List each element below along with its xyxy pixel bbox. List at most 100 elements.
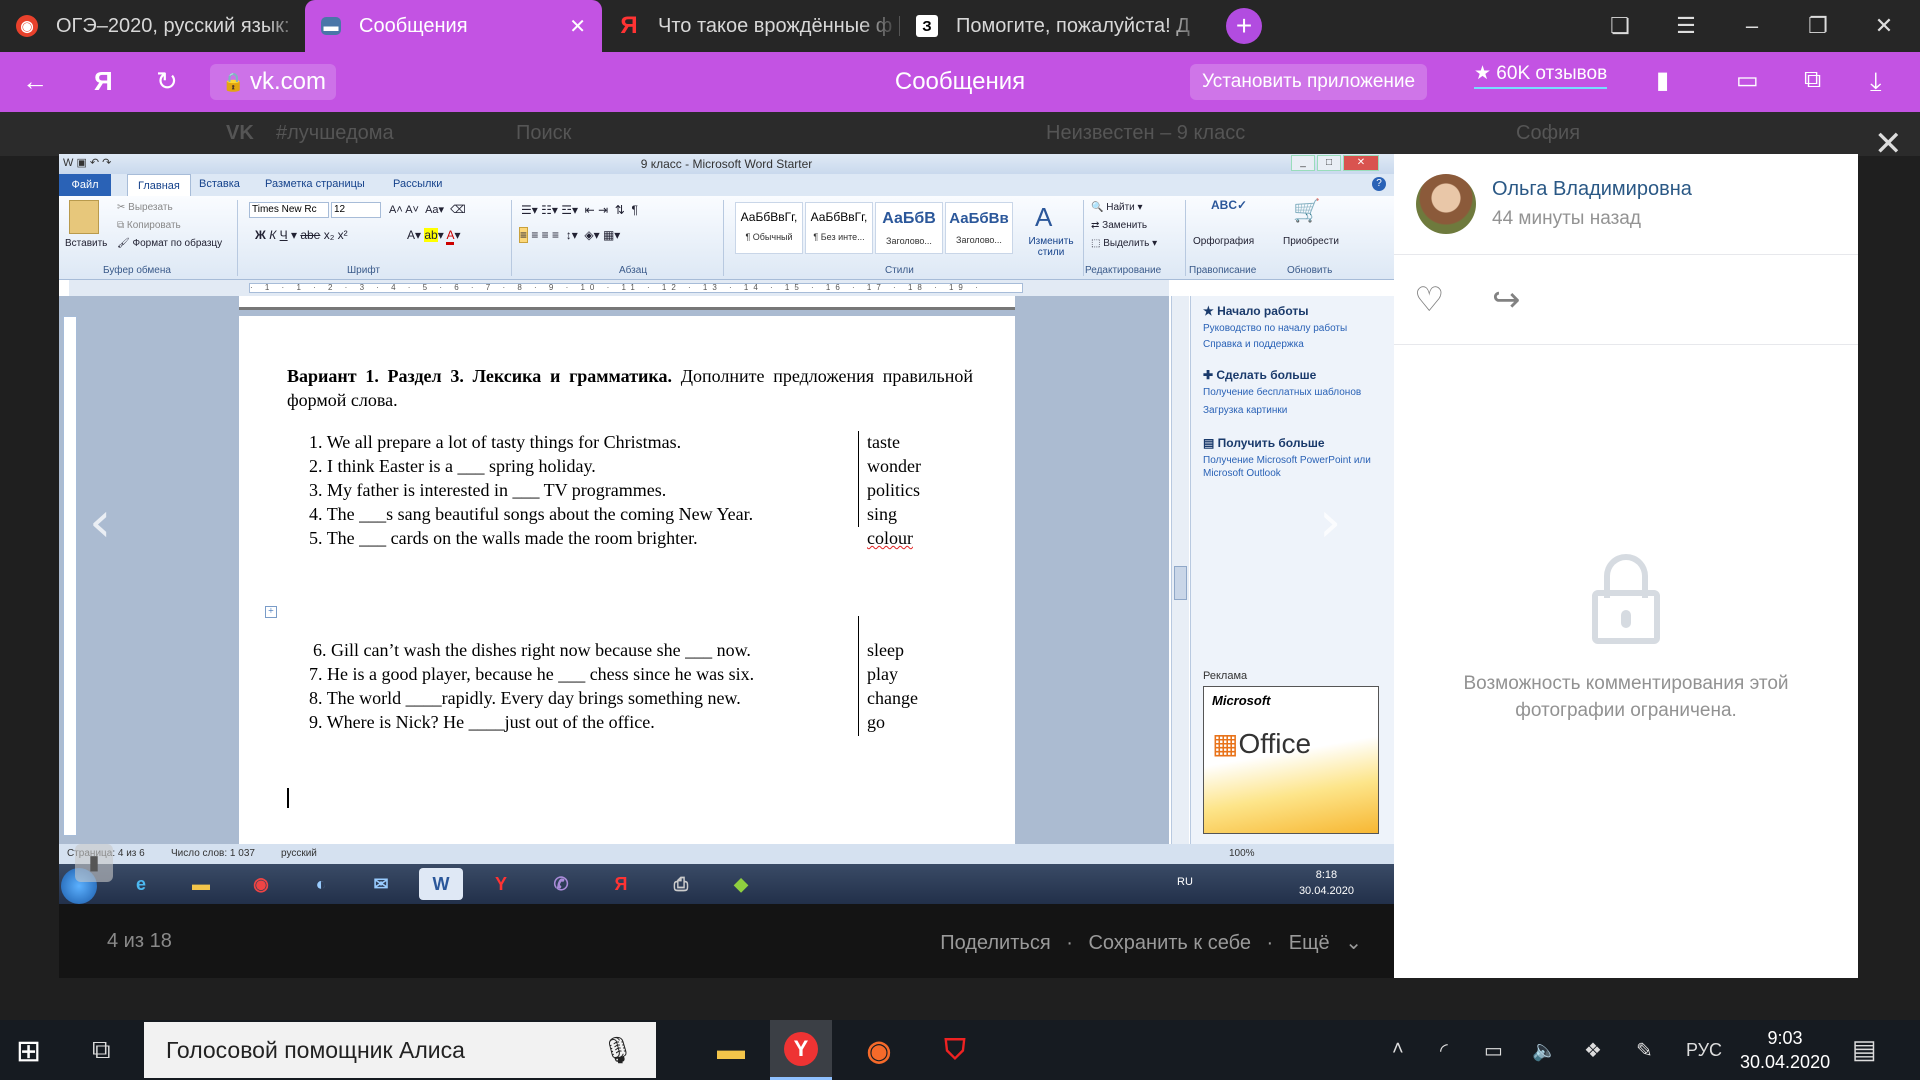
install-app-button[interactable]: Установить приложение (1190, 64, 1428, 100)
base-word: sleep (867, 640, 904, 660)
vk-user-name: София (1516, 122, 1581, 144)
microphone-icon[interactable]: 🎙 (601, 1022, 634, 1078)
status-word-count: Число слов: 1 037 (171, 848, 255, 859)
inner-clock: 8:18 30.04.2020 (1299, 867, 1354, 899)
task-view-icon[interactable]: ⧉ (92, 1034, 111, 1066)
tp-link: Руководство по началу работы (1203, 323, 1348, 334)
inner-time: 8:18 (1315, 869, 1338, 881)
windows-start-icon[interactable]: ⊞ (16, 1034, 41, 1069)
back-icon[interactable]: ← (22, 66, 48, 97)
dropbox-icon[interactable]: ❖ (1584, 1038, 1602, 1063)
styles-group-label: Стили (885, 265, 914, 276)
mail-icon: ✉ (373, 873, 389, 894)
vk-header: VK #лучшедома Поиск Неизвестен – 9 класс… (0, 112, 1920, 156)
restore-icon[interactable]: ❐ (1788, 0, 1848, 52)
word-tab-layout: Разметка страницы (265, 178, 365, 190)
word-status-bar: Страница: 4 из 6 Число слов: 1 037 русск… (59, 844, 1394, 864)
mcafee-icon[interactable]: ⛉ (924, 1020, 986, 1080)
close-window-icon[interactable]: ✕ (1854, 0, 1914, 52)
share-icon[interactable]: ↪ (1492, 280, 1521, 320)
tab-messages[interactable]: ▬ Сообщения ✕ (305, 0, 602, 52)
battery-saver-icon[interactable]: ▭ (1736, 66, 1759, 95)
clock-date: 30.04.2020 (1740, 1052, 1831, 1072)
more-link[interactable]: Ещё (1289, 932, 1330, 954)
style-sample: АаБбВ (882, 210, 936, 227)
viber-icon: ✆ (553, 873, 569, 894)
collections-icon[interactable]: ⧉ (1804, 66, 1821, 94)
author-name[interactable]: Ольга Владимировна (1492, 178, 1692, 201)
exercise-text: I think Easter is a ___ spring holiday. (327, 456, 596, 476)
status-language: русский (281, 848, 317, 859)
base-word: change (867, 688, 918, 708)
office-logo: ▦Office (1212, 727, 1311, 760)
notifications-icon[interactable]: ▤ (1852, 1034, 1877, 1065)
word-close-icon: ✕ (1343, 155, 1379, 171)
tab-yandex[interactable]: Я Что такое врождённые ф (602, 0, 900, 52)
exercise-number: 2. (309, 456, 323, 476)
tp-heading-text: Получить больше (1217, 436, 1325, 450)
exercise-number: 8. (309, 688, 323, 708)
viewer-footer: 4 из 18 Поделиться · Сохранить к себе · … (59, 904, 1394, 978)
word-ribbon-tabs: Файл Главная Вставка Разметка страницы Р… (59, 174, 1394, 196)
buy-cart-icon: 🛒 (1293, 198, 1321, 223)
photo[interactable]: 9 класс - Microsoft Word Starter W ▣ ↶ ↷… (59, 154, 1394, 904)
share-link[interactable]: Поделиться (940, 932, 1050, 954)
tab-znanija[interactable]: З Помогите, пожалуйста! Д (900, 0, 1206, 52)
word-restore-icon: □ (1317, 155, 1341, 171)
style-name: ¶ Без инте... (813, 232, 865, 242)
wifi-icon[interactable]: ◜ (1440, 1038, 1448, 1063)
save-link[interactable]: Сохранить к себе (1088, 932, 1251, 954)
next-photo-icon[interactable]: › (1319, 490, 1341, 555)
get-more-heading: ▤ Получить больше (1203, 436, 1325, 450)
base-word: wonder (867, 456, 921, 476)
style-name: Заголово... (886, 236, 932, 246)
grow-shrink-font-icon: A˄ A˅ Aa▾ ⌫ (389, 204, 466, 216)
tab-label: ОГЭ–2020, русский язык: (56, 14, 290, 37)
word-horizontal-ruler: · 1 · 1 · 2 · 3 · 4 · 5 · 6 · 7 · 8 · 9 … (69, 280, 1169, 296)
exercise-number: 9. (309, 712, 323, 732)
avatar[interactable] (1416, 174, 1476, 234)
word-tab-mailings: Рассылки (393, 178, 443, 190)
font-color-icons: A▾ ab▾ A▾ (407, 228, 460, 245)
word-ribbon: Вставить ✂ Вырезать ⧉ Копировать 🖌 Форма… (59, 196, 1394, 280)
volume-icon[interactable]: 🔈 (1532, 1038, 1557, 1063)
close-tab-icon[interactable]: ✕ (569, 14, 586, 39)
like-icon[interactable]: ♡ (1414, 280, 1444, 320)
format-painter-text: Формат по образцу (132, 238, 223, 249)
new-tab-button[interactable]: + (1226, 8, 1262, 44)
yandex-home-icon[interactable]: Я (94, 66, 113, 97)
pen-icon[interactable]: ✎ (1636, 1038, 1653, 1063)
change-styles-icon: A (1035, 202, 1053, 232)
file-explorer-icon[interactable]: ▬ (700, 1020, 762, 1080)
align-icons: ≡ ≡ ≡ ≡ ↕▾ ◈▾ ▦▾ (519, 227, 621, 243)
prev-photo-icon[interactable]: ‹ (89, 490, 111, 555)
downloads-icon[interactable]: ⤓ (1870, 66, 1882, 98)
bookmarks-panel-icon[interactable]: ❏ (1590, 0, 1650, 52)
reviews-link[interactable]: ★ 60K отзывов (1474, 62, 1608, 89)
post-time[interactable]: 44 минуты назад (1492, 208, 1641, 230)
yandex-browser-taskbar-icon[interactable]: Y (770, 1020, 832, 1080)
separator: · (1066, 932, 1073, 954)
minimize-icon[interactable]: – (1722, 0, 1782, 52)
znanija-favicon-icon: З (916, 15, 938, 37)
style-name: ¶ Обычный (745, 232, 793, 242)
tag-photo-icon[interactable]: ▮ (75, 844, 113, 882)
bookmark-icon[interactable]: ▮ (1656, 66, 1669, 95)
url-field[interactable]: 🔒 vk.com (210, 64, 337, 100)
system-clock[interactable]: 9:03 30.04.2020 (1740, 1026, 1830, 1074)
base-word: sing (867, 504, 898, 524)
input-language[interactable]: РУС (1686, 1040, 1722, 1061)
word-tab-home: Главная (127, 174, 191, 196)
menu-icon[interactable]: ☰ (1656, 0, 1716, 52)
reload-icon[interactable]: ↻ (156, 66, 178, 97)
origin-icon[interactable]: ◉ (848, 1020, 910, 1080)
tab-oge[interactable]: ◉ ОГЭ–2020, русский язык: (0, 0, 305, 52)
close-viewer-icon[interactable]: ✕ (1874, 124, 1903, 164)
select-label: ⬚ Выделить ▾ (1091, 238, 1158, 249)
show-hidden-icons[interactable]: ˄ (1392, 1038, 1404, 1061)
style-sample: АаБбВвГг, (810, 210, 868, 224)
font-format-icons: Ж К Ч ▾ abe x₂ x² (255, 228, 348, 242)
battery-icon[interactable]: ▭ (1484, 1038, 1503, 1063)
update-group-label: Обновить (1287, 265, 1333, 276)
alice-search-box[interactable]: Голосовой помощник Алиса 🎙 (144, 1022, 656, 1078)
